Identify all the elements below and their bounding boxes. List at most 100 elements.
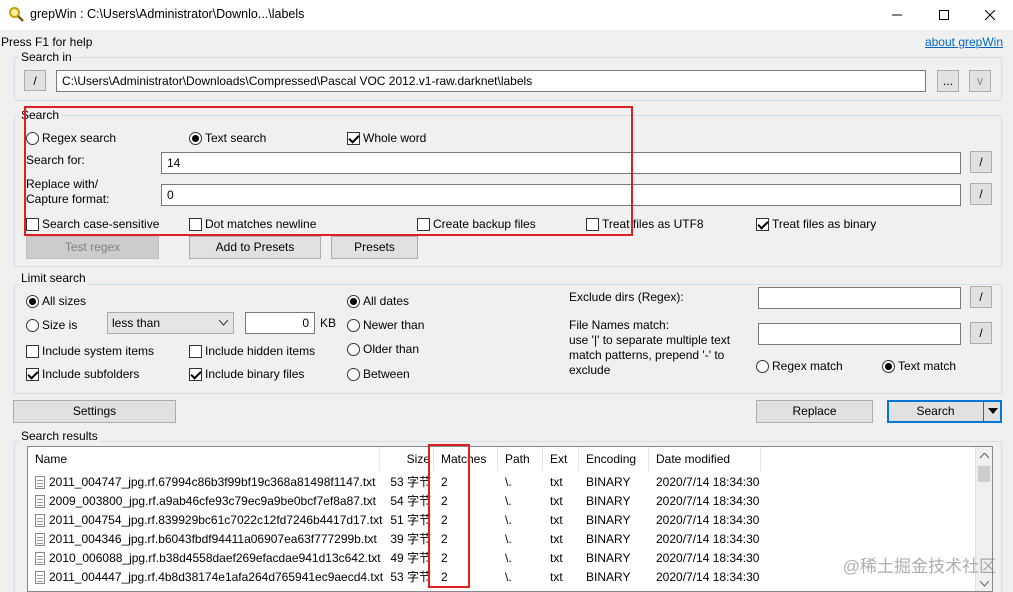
search-results-label: Search results: [19, 429, 100, 443]
hidden-items-option[interactable]: Include hidden items: [189, 344, 315, 358]
browse-button[interactable]: ...: [937, 70, 959, 92]
cell-name: 2011_004346_jpg.rf.b6043fbdf94411a06907e…: [35, 530, 380, 549]
binary-checkbox[interactable]: [756, 217, 769, 231]
size-value-input[interactable]: 0: [245, 312, 315, 334]
text-match-option[interactable]: Text match: [882, 359, 956, 373]
all-sizes-radio[interactable]: [26, 294, 39, 308]
older-than-option[interactable]: Older than: [347, 342, 419, 356]
col-header-ext[interactable]: Ext: [543, 447, 579, 471]
cell-date: 2020/7/14 18:34:30: [656, 549, 761, 568]
about-link[interactable]: about grepWin: [925, 35, 1003, 49]
limit-search-label: Limit search: [19, 271, 88, 285]
table-row[interactable]: 2011_004346_jpg.rf.b6043fbdf94411a06907e…: [28, 530, 977, 549]
cell-name-text: 2011_004346_jpg.rf.b6043fbdf94411a06907e…: [49, 532, 377, 546]
all-dates-radio[interactable]: [347, 294, 360, 308]
magnifier-icon: [9, 7, 24, 22]
exclude-dirs-label: Exclude dirs (Regex):: [569, 290, 684, 304]
file-icon: [35, 476, 45, 490]
cell-size-text: 49 字节: [390, 551, 431, 565]
size-unit-label: KB: [320, 316, 337, 330]
file-names-edit-button[interactable]: /: [970, 322, 992, 344]
binary-files-checkbox[interactable]: [189, 367, 202, 381]
cell-ext: txt: [550, 492, 579, 511]
search-for-edit-button[interactable]: /: [970, 151, 992, 173]
path-toggle-button[interactable]: /: [24, 70, 46, 91]
cell-path-text: \.: [505, 570, 512, 584]
cell-date: 2020/7/14 18:34:30: [656, 511, 761, 530]
system-items-checkbox[interactable]: [26, 344, 39, 358]
table-row[interactable]: 2010_006088_jpg.rf.b38d4558daef269efacda…: [28, 549, 977, 568]
replace-button[interactable]: Replace: [756, 400, 873, 423]
cell-name-text: 2010_006088_jpg.rf.b38d4558daef269efacda…: [49, 551, 381, 565]
subfolders-checkbox[interactable]: [26, 367, 39, 381]
path-history-button[interactable]: ∨: [969, 70, 991, 92]
cell-encoding: BINARY: [586, 511, 649, 530]
size-operator-select[interactable]: less than: [107, 312, 234, 334]
search-in-label: Search in: [19, 50, 74, 64]
table-row[interactable]: 2011_004447_jpg.rf.4b8d38174e1afa264d765…: [28, 568, 977, 587]
table-row[interactable]: 2011_004747_jpg.rf.67994c86b3f99bf19c368…: [28, 473, 977, 492]
file-names-input[interactable]: [758, 323, 961, 345]
cell-encoding-text: BINARY: [586, 513, 631, 527]
scroll-up-icon[interactable]: [980, 453, 989, 459]
text-match-radio[interactable]: [882, 359, 895, 373]
replace-edit-button[interactable]: /: [970, 183, 992, 205]
cell-encoding: BINARY: [586, 492, 649, 511]
presets-button[interactable]: Presets: [331, 236, 418, 259]
cell-size-text: 39 字节: [390, 532, 431, 546]
cell-encoding-text: BINARY: [586, 570, 631, 584]
search-path-input[interactable]: C:\Users\Administrator\Downloads\Compres…: [56, 70, 926, 92]
table-row[interactable]: 2009_003800_jpg.rf.a9ab46cfe93c79ec9a9be…: [28, 492, 977, 511]
file-names-label-1: File Names match:: [569, 318, 670, 332]
system-items-option[interactable]: Include system items: [26, 344, 154, 358]
subfolders-option[interactable]: Include subfolders: [26, 367, 139, 381]
search-button[interactable]: Search: [887, 400, 1002, 423]
cell-encoding-text: BINARY: [586, 551, 631, 565]
maximize-button[interactable]: [921, 0, 967, 30]
col-header-date[interactable]: Date modified: [649, 447, 761, 471]
all-dates-option[interactable]: All dates: [347, 294, 409, 308]
regex-match-radio[interactable]: [756, 359, 769, 373]
cell-path-text: \.: [505, 475, 512, 489]
cell-ext-text: txt: [550, 551, 563, 565]
add-to-presets-button[interactable]: Add to Presets: [189, 236, 321, 259]
hidden-items-checkbox[interactable]: [189, 344, 202, 358]
cell-path: \.: [505, 492, 543, 511]
cell-path: \.: [505, 568, 543, 587]
table-row[interactable]: 2011_004754_jpg.rf.839929bc61c7022c12fd7…: [28, 511, 977, 530]
test-regex-button[interactable]: Test regex: [26, 236, 159, 259]
between-radio[interactable]: [347, 367, 360, 381]
cell-name-text: 2009_003800_jpg.rf.a9ab46cfe93c79ec9a9be…: [49, 494, 376, 508]
cell-date-text: 2020/7/14 18:34:30: [656, 551, 760, 565]
close-button[interactable]: [967, 0, 1013, 30]
col-header-name[interactable]: Name: [28, 447, 380, 471]
title-bar: grepWin : C:\Users\Administrator\Downlo.…: [0, 0, 1013, 30]
regex-match-option[interactable]: Regex match: [756, 359, 843, 373]
size-is-option[interactable]: Size is: [26, 318, 77, 332]
settings-button[interactable]: Settings: [13, 400, 176, 423]
file-icon: [35, 552, 45, 566]
col-header-size[interactable]: Size: [380, 447, 434, 471]
scrollbar-thumb[interactable]: [978, 466, 990, 482]
cell-path: \.: [505, 511, 543, 530]
binary-files-option[interactable]: Include binary files: [189, 367, 304, 381]
cell-name: 2009_003800_jpg.rf.a9ab46cfe93c79ec9a9be…: [35, 492, 380, 511]
exclude-dirs-input[interactable]: [758, 287, 961, 309]
exclude-dirs-edit-button[interactable]: /: [970, 286, 992, 308]
search-dropdown-button[interactable]: [983, 401, 1001, 422]
all-sizes-option[interactable]: All sizes: [26, 294, 86, 308]
minimize-button[interactable]: [874, 0, 920, 30]
cell-encoding: BINARY: [586, 473, 649, 492]
binary-option[interactable]: Treat files as binary: [756, 217, 876, 231]
newer-than-option[interactable]: Newer than: [347, 318, 424, 332]
scroll-down-icon[interactable]: [980, 581, 989, 587]
older-than-radio[interactable]: [347, 342, 360, 356]
col-header-path[interactable]: Path: [498, 447, 543, 471]
between-option[interactable]: Between: [347, 367, 410, 381]
cell-date-text: 2020/7/14 18:34:30: [656, 513, 760, 527]
col-header-encoding[interactable]: Encoding: [579, 447, 649, 471]
size-is-radio[interactable]: [26, 318, 39, 332]
newer-than-radio[interactable]: [347, 318, 360, 332]
cell-path-text: \.: [505, 551, 512, 565]
cell-name: 2011_004747_jpg.rf.67994c86b3f99bf19c368…: [35, 473, 380, 492]
